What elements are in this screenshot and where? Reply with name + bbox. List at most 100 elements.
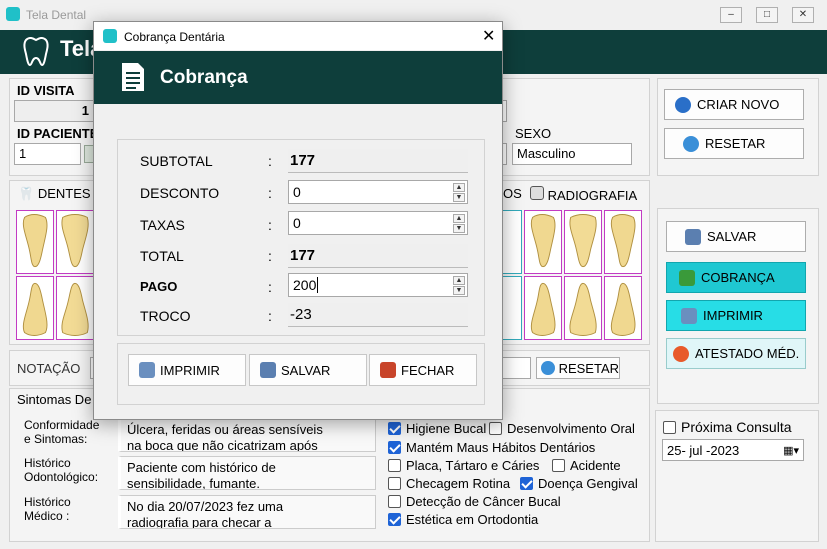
calendar-icon[interactable]: ▦▾ — [783, 444, 799, 457]
teeth-grid-left — [16, 210, 96, 342]
dialog-salvar-label: SALVAR — [281, 362, 331, 378]
tab-radiografia-label: RADIOGRAFIA — [547, 188, 638, 203]
spin-down-icon[interactable]: ▼ — [453, 193, 465, 202]
id-paciente-label: ID PACIENTE — [17, 126, 99, 141]
tooth[interactable] — [502, 210, 522, 274]
check-maus-habitos[interactable]: Mantém Maus Hábitos Dentários — [388, 440, 595, 455]
close-button[interactable]: ✕ — [792, 7, 814, 23]
row-label: Médico : — [24, 509, 70, 523]
spin-down-icon[interactable]: ▼ — [453, 286, 465, 295]
dialog-imprimir-button[interactable]: IMPRIMIR — [128, 354, 246, 386]
minimize-button[interactable]: – — [720, 7, 742, 23]
money-icon — [679, 269, 695, 286]
spin-up-icon[interactable]: ▲ — [453, 214, 465, 223]
resetar-label: RESETAR — [705, 136, 766, 151]
colon: : — [268, 279, 272, 295]
check-label: Higiene Bucal — [406, 421, 487, 436]
colon: : — [268, 217, 272, 233]
tooth[interactable] — [564, 210, 602, 274]
historico-medico-label: Histórico Médico : — [24, 495, 71, 523]
historico-odont-label: Histórico Odontológico: — [24, 456, 98, 484]
pago-label: PAGO — [140, 279, 178, 294]
spin-up-icon[interactable]: ▲ — [453, 276, 465, 285]
total-value: 177 — [288, 244, 468, 268]
row-label: Histórico — [24, 456, 71, 470]
tooth[interactable] — [502, 276, 522, 340]
lifebuoy-icon — [673, 345, 689, 362]
checkbox-icon — [663, 420, 676, 434]
notacao-label: NOTAÇÃO — [17, 361, 81, 376]
tooth[interactable] — [16, 210, 54, 274]
historico-medico-textarea[interactable]: No dia 20/07/2023 fez uma radiografia par… — [118, 495, 376, 529]
cobranca-label: COBRANÇA — [701, 270, 775, 285]
text-line: sensibilidade, fumante. — [127, 476, 260, 490]
dialog-close-icon[interactable]: ✕ — [482, 26, 495, 46]
tooth[interactable] — [524, 276, 562, 340]
id-visita-field: 1 — [14, 100, 94, 122]
check-rotina[interactable]: Checagem Rotina — [388, 476, 510, 491]
criar-novo-label: CRIAR NOVO — [697, 97, 780, 112]
save-icon — [260, 362, 276, 378]
checkbox-icon — [388, 441, 401, 454]
window-title: Tela Dental — [26, 8, 87, 22]
spin-up-icon[interactable]: ▲ — [453, 183, 465, 192]
tooth[interactable] — [56, 210, 94, 274]
check-cancer[interactable]: Detecção de Câncer Bucal — [388, 494, 561, 509]
salvar-button[interactable]: SALVAR — [666, 221, 806, 252]
notacao-reset-button[interactable]: RESETAR — [536, 357, 620, 379]
check-estetica[interactable]: Estética em Ortodontia — [388, 512, 538, 527]
check-desenvolvimento[interactable]: Desenvolvimento Oral — [489, 421, 635, 436]
conformidade-textarea[interactable]: Úlcera, feridas ou áreas sensíveis na boc… — [118, 418, 376, 452]
new-icon — [675, 96, 691, 113]
checkbox-icon — [388, 477, 401, 490]
pago-value: 200 — [293, 277, 317, 293]
tooth[interactable] — [604, 210, 642, 274]
taxas-input[interactable]: 0 ▲ ▼ — [288, 211, 468, 235]
criar-novo-button[interactable]: CRIAR NOVO — [664, 89, 804, 120]
save-icon — [685, 228, 701, 245]
row-label: Conformidade — [24, 418, 100, 432]
tooth[interactable] — [56, 276, 94, 340]
notacao-reset-label: RESETAR — [558, 360, 619, 376]
dialog-fechar-button[interactable]: FECHAR — [369, 354, 477, 386]
check-gengival[interactable]: Doença Gengival — [520, 476, 638, 491]
tooth[interactable] — [524, 210, 562, 274]
resetar-top-button[interactable]: RESETAR — [664, 128, 804, 159]
tooth[interactable] — [16, 276, 54, 340]
desconto-input[interactable]: 0 ▲ ▼ — [288, 180, 468, 204]
imprimir-right-button[interactable]: IMPRIMIR — [666, 300, 806, 331]
teeth-grid-right — [502, 210, 642, 342]
exit-icon — [380, 362, 396, 378]
tab-radiografia[interactable]: RADIOGRAFIA — [530, 186, 637, 203]
salvar-label: SALVAR — [707, 229, 757, 244]
dialog-salvar-button[interactable]: SALVAR — [249, 354, 367, 386]
spin-down-icon[interactable]: ▼ — [453, 224, 465, 233]
dialog-header: Cobrança — [94, 51, 502, 104]
check-placa[interactable]: Placa, Tártaro e Cáries — [388, 458, 539, 473]
check-proxima-consulta[interactable]: Próxima Consulta — [663, 419, 792, 435]
proxima-date-picker[interactable]: 25- jul -2023 ▦▾ — [662, 439, 804, 461]
tooth[interactable] — [604, 276, 642, 340]
tooth-tab-icon: 🦷 — [18, 186, 35, 201]
pago-input[interactable]: 200 ▲ ▼ — [288, 273, 468, 297]
dialog-header-title: Cobrança — [160, 67, 248, 88]
taxas-label: TAXAS — [140, 217, 185, 233]
cobranca-button[interactable]: COBRANÇA — [666, 262, 806, 293]
reset-icon — [683, 135, 699, 152]
checkbox-icon — [489, 422, 502, 435]
maximize-button[interactable]: □ — [756, 7, 778, 23]
check-higiene[interactable]: Higiene Bucal — [388, 421, 486, 436]
cobranca-dialog: Cobrança Dentária ✕ Cobrança SUBTOTAL : … — [93, 21, 503, 420]
tab-prev-os[interactable]: OS — [503, 186, 522, 201]
check-label: Placa, Tártaro e Cáries — [406, 458, 540, 473]
id-paciente-field[interactable]: 1 — [14, 143, 81, 165]
check-acidente[interactable]: Acidente — [552, 458, 621, 473]
tab-dentes[interactable]: 🦷 DENTES — [18, 186, 91, 202]
checkbox-icon — [388, 513, 401, 526]
atestado-button[interactable]: ATESTADO MÉD. — [666, 338, 806, 369]
historico-odont-textarea[interactable]: Paciente com histórico de sensibilidade, … — [118, 456, 376, 490]
tooth[interactable] — [564, 276, 602, 340]
sexo-field[interactable]: Masculino — [512, 143, 632, 165]
dialog-title: Cobrança Dentária — [124, 30, 225, 44]
app-icon — [6, 7, 20, 21]
